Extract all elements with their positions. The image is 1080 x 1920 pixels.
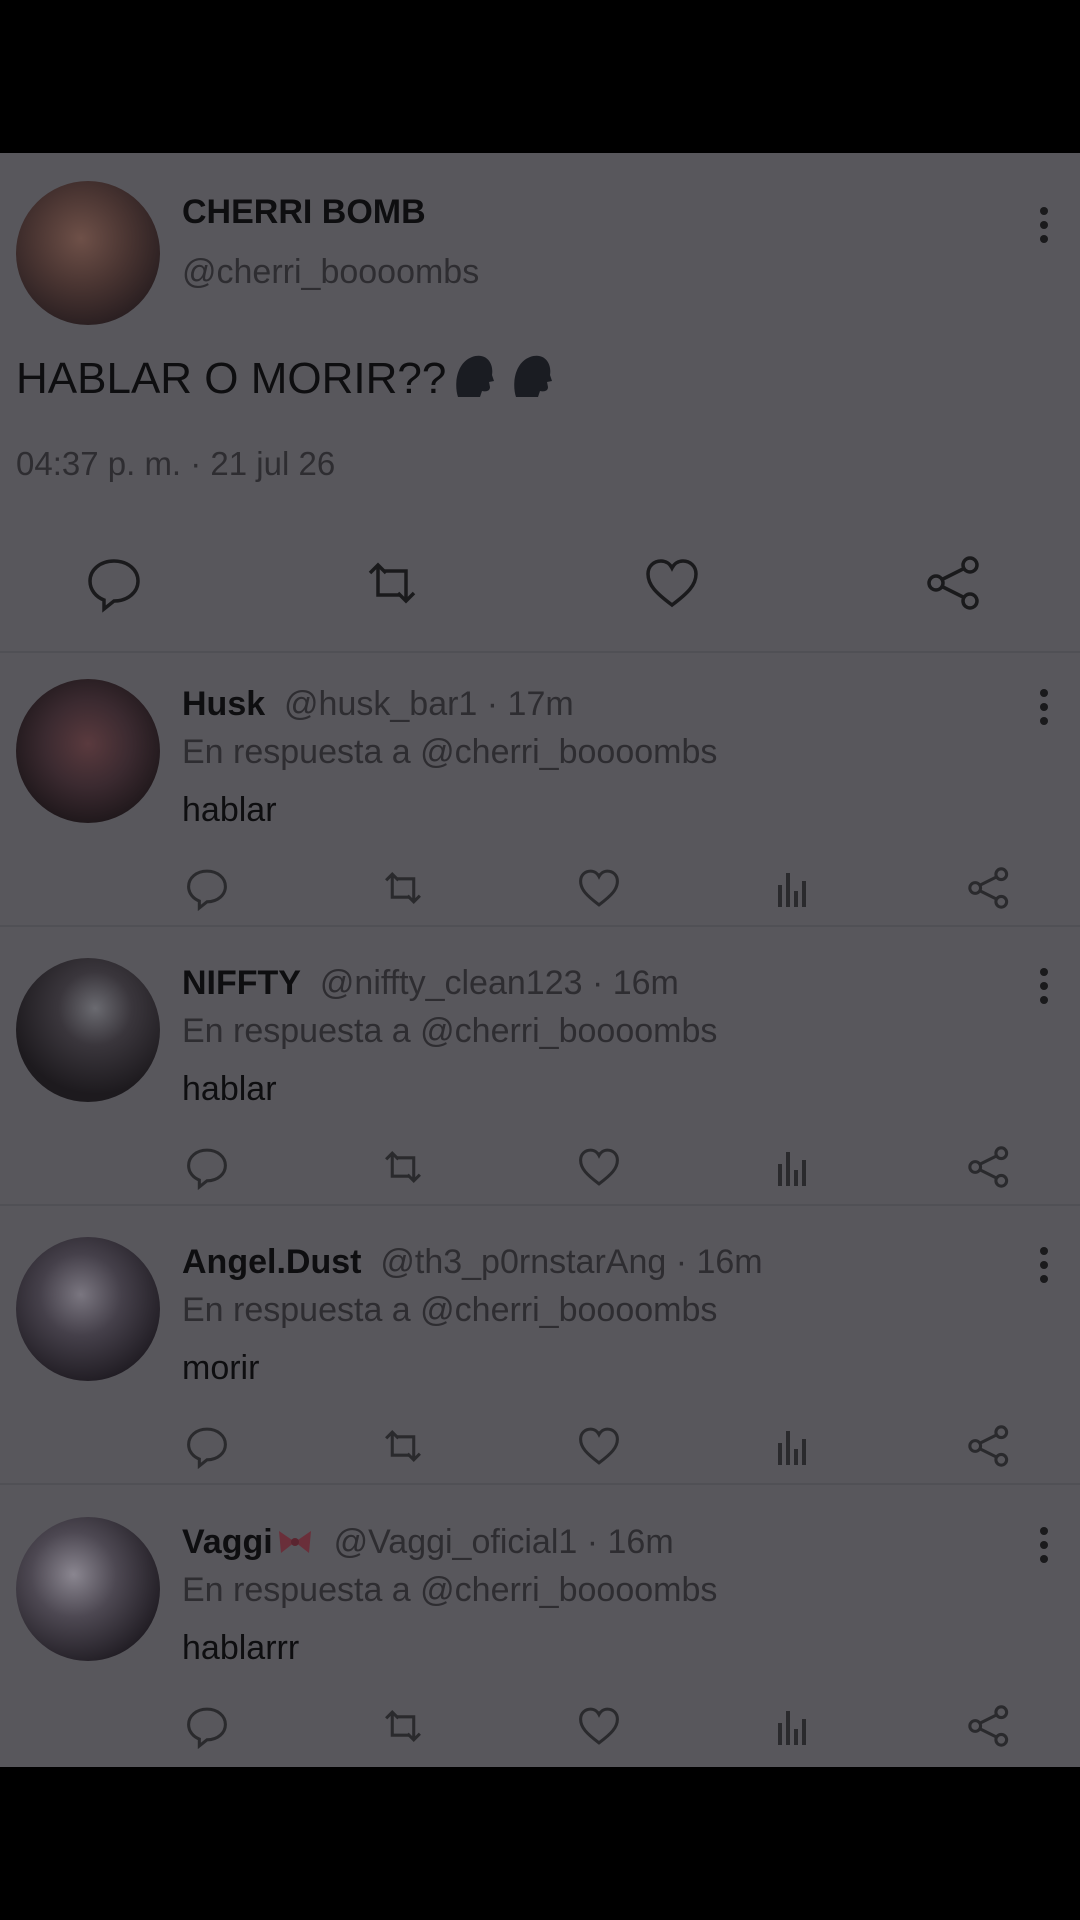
reply-tweet[interactable]: Husk @husk_bar1 · 17m En respuesta a @ch… (0, 671, 1080, 951)
divider (0, 651, 1080, 653)
like-icon[interactable] (576, 1144, 622, 1190)
speaking-head-icon (514, 355, 553, 397)
divider (0, 925, 1080, 927)
reply-action-bar (0, 1423, 1080, 1473)
divider (0, 1204, 1080, 1206)
reply-icon[interactable] (184, 865, 230, 912)
tweet-thread-screen: CHERRI BOMB @cherri_boooombs HABLAR O MO… (0, 153, 1080, 1767)
reply-tweet[interactable]: Vaggi @Vaggi_oficial1 · 16m En respuesta… (0, 1509, 1080, 1767)
share-icon[interactable] (924, 553, 984, 613)
reply-icon[interactable] (184, 1144, 230, 1191)
more-options-icon[interactable] (1038, 1525, 1050, 1570)
author-avatar[interactable] (16, 181, 160, 325)
retweet-icon[interactable] (380, 1144, 426, 1190)
in-reply-to[interactable]: En respuesta a @cherri_boooombs (182, 1571, 717, 1610)
like-icon[interactable] (576, 865, 622, 911)
reply-header: Husk @husk_bar1 · 17m (182, 685, 574, 724)
reply-author-name[interactable]: Angel.Dust (182, 1243, 361, 1281)
reply-header: NIFFTY @niffty_clean123 · 16m (182, 964, 679, 1003)
reply-icon[interactable] (84, 553, 144, 613)
reply-handle-time: @Vaggi_oficial1 · 16m (333, 1523, 674, 1561)
author-handle[interactable]: @cherri_boooombs (182, 253, 479, 292)
reply-action-bar (0, 865, 1080, 915)
reply-handle-time: @husk_bar1 · 17m (284, 685, 574, 723)
reply-header: Angel.Dust @th3_p0rnstarAng · 16m (182, 1243, 763, 1282)
reply-tweet[interactable]: NIFFTY @niffty_clean123 · 16m En respues… (0, 950, 1080, 1230)
retweet-icon[interactable] (380, 865, 426, 911)
share-icon[interactable] (966, 865, 1012, 911)
like-icon[interactable] (576, 1423, 622, 1469)
share-icon[interactable] (966, 1144, 1012, 1190)
more-options-icon[interactable] (1038, 205, 1050, 250)
reply-text: morir (182, 1349, 260, 1387)
avatar[interactable] (16, 958, 160, 1102)
tweet-action-bar (0, 553, 1080, 623)
avatar[interactable] (16, 679, 160, 823)
more-options-icon[interactable] (1038, 966, 1050, 1011)
reply-handle-time: @niffty_clean123 · 16m (319, 964, 679, 1002)
reply-handle-time: @th3_p0rnstarAng · 16m (380, 1243, 763, 1281)
like-icon[interactable] (576, 1703, 622, 1749)
reply-author-name[interactable]: NIFFTY (182, 964, 301, 1002)
like-icon[interactable] (642, 553, 702, 613)
reply-action-bar (0, 1144, 1080, 1194)
more-options-icon[interactable] (1038, 687, 1050, 732)
share-icon[interactable] (966, 1703, 1012, 1749)
divider (0, 1483, 1080, 1485)
in-reply-to[interactable]: En respuesta a @cherri_boooombs (182, 733, 717, 772)
reply-text: hablarrr (182, 1629, 300, 1667)
reply-header: Vaggi @Vaggi_oficial1 · 16m (182, 1523, 674, 1562)
retweet-icon[interactable] (380, 1703, 426, 1749)
tweet-text-content: HABLAR O MORIR?? (16, 354, 447, 403)
avatar[interactable] (16, 1237, 160, 1381)
retweet-icon[interactable] (362, 553, 422, 613)
share-icon[interactable] (966, 1423, 1012, 1469)
analytics-icon[interactable] (772, 865, 818, 911)
tweet-text: HABLAR O MORIR?? (16, 349, 554, 404)
more-options-icon[interactable] (1038, 1245, 1050, 1290)
reply-text: hablar (182, 791, 277, 829)
reply-author-name[interactable]: Husk (182, 685, 265, 723)
speaking-head-icon (456, 355, 495, 397)
reply-author-name[interactable]: Vaggi (182, 1523, 273, 1561)
in-reply-to[interactable]: En respuesta a @cherri_boooombs (182, 1291, 717, 1330)
reply-action-bar (0, 1703, 1080, 1753)
retweet-icon[interactable] (380, 1423, 426, 1469)
in-reply-to[interactable]: En respuesta a @cherri_boooombs (182, 1012, 717, 1051)
reply-text: hablar (182, 1070, 277, 1108)
author-name[interactable]: CHERRI BOMB (182, 193, 426, 232)
avatar[interactable] (16, 1517, 160, 1661)
tweet-timestamp: 04:37 p. m. · 21 jul 26 (16, 445, 336, 482)
ribbon-icon (278, 1531, 311, 1553)
reply-icon[interactable] (184, 1423, 230, 1470)
analytics-icon[interactable] (772, 1423, 818, 1469)
analytics-icon[interactable] (772, 1144, 818, 1190)
analytics-icon[interactable] (772, 1703, 818, 1749)
reply-icon[interactable] (184, 1703, 230, 1750)
reply-tweet[interactable]: Angel.Dust @th3_p0rnstarAng · 16m En res… (0, 1229, 1080, 1509)
